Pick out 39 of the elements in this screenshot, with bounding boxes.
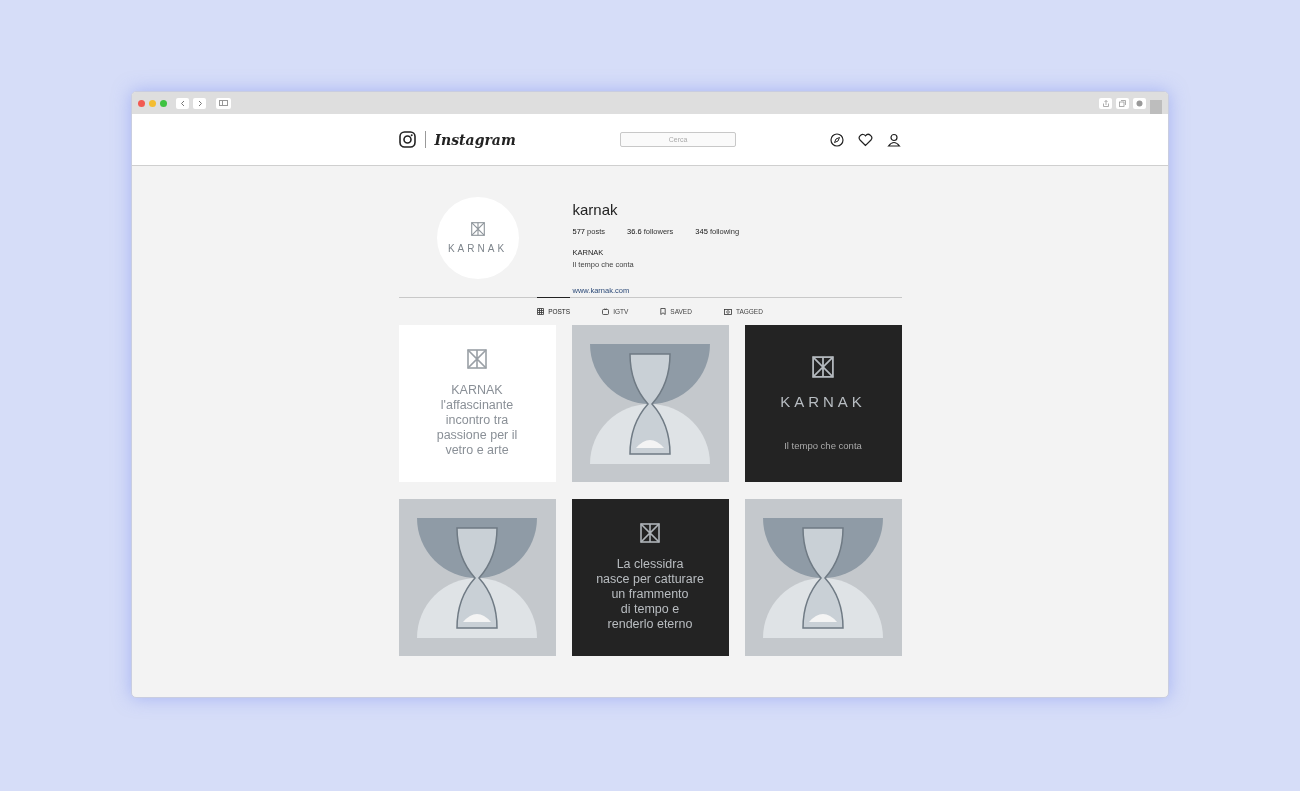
profile-username: karnak [572,201,619,218]
heart-icon[interactable] [858,132,874,147]
share-button[interactable] [1099,97,1112,109]
close-window-icon[interactable] [138,99,145,107]
chevron-right-icon [196,99,203,107]
tabs-icon [1119,99,1126,107]
emblem-icon [467,349,487,369]
brand-post[interactable]: KARNAK Il tempo che conta [744,325,902,482]
quote-post[interactable]: La clessidra nasce per catturare un frammento di tempo e renderlo eterno [571,499,729,656]
bookmark-icon [660,307,667,315]
download-button[interactable] [1133,97,1146,109]
download-icon [1136,99,1143,107]
chevron-left-icon [179,99,186,107]
emblem-icon [640,523,660,543]
logo-wordmark[interactable]: Instagram [434,131,516,148]
back-button[interactable] [176,97,189,109]
tabs-button[interactable] [1116,97,1129,109]
sidebar-icon [219,100,228,106]
user-icon[interactable] [887,132,902,147]
photo-post[interactable] [744,499,902,656]
post-caption: KARNAK l'affascinante incontro tra passione per il vetro e arte [436,383,518,458]
share-icon [1102,99,1109,107]
emblem-icon [812,356,834,378]
photo-post[interactable] [571,325,729,482]
emblem-icon [470,222,485,236]
sidebar-button[interactable] [216,97,231,109]
grid-icon [537,307,545,315]
forward-button[interactable] [193,97,206,109]
avatar-wordmark: KARNAK [447,243,508,254]
post-caption: La clessidra nasce per catturare un frammento di tempo e renderlo eterno [596,557,704,632]
compass-icon[interactable] [830,132,845,147]
tv-icon [602,307,610,315]
post-tagline: Il tempo che conta [784,440,862,451]
post-wordmark: KARNAK [780,393,866,410]
minimize-window-icon[interactable] [149,99,156,107]
photo-post[interactable] [398,499,556,656]
camera-icon [723,307,732,315]
maximize-window-icon[interactable] [160,99,167,107]
camera-logo-icon[interactable] [398,131,416,148]
